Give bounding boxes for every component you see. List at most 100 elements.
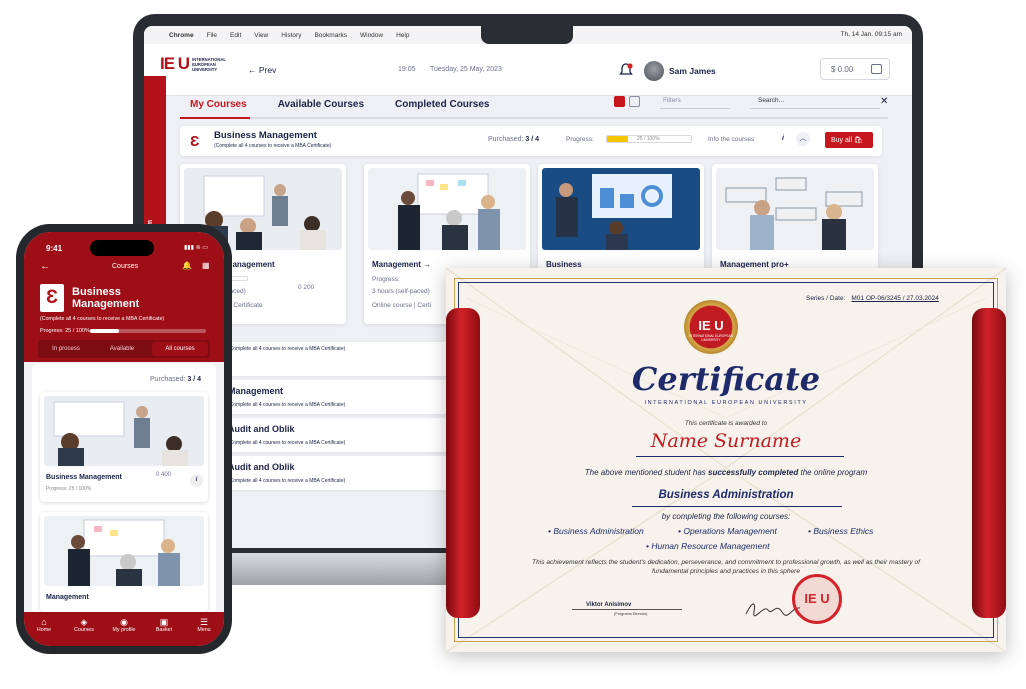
menu-bookmarks[interactable]: Bookmarks bbox=[314, 32, 347, 39]
certificate: Series / Date: M01 OP-06/3245 / 27.03.202… bbox=[446, 268, 1006, 652]
menu-icon: ☰ bbox=[199, 617, 209, 627]
course-format: Online course | Certi bbox=[372, 302, 432, 309]
status-icons: ▮▮▮ ≋ ▭ bbox=[184, 245, 208, 251]
seal-subtext: INTERNATIONAL EUROPEAN UNIVERSITY bbox=[689, 334, 733, 342]
row-title: Audit and Oblik bbox=[228, 424, 295, 434]
program-logo-icon: Ɛ bbox=[190, 133, 200, 150]
course-image bbox=[368, 168, 526, 250]
program-subtitle: (Complete all 4 courses to receive a MBA… bbox=[214, 143, 332, 149]
info-icon[interactable]: i bbox=[190, 474, 203, 487]
nav-menu[interactable]: ☰ Menu bbox=[186, 617, 222, 646]
achievement-text: This achievement reflects the student's … bbox=[532, 559, 920, 575]
phone-screen: 9:41 ▮▮▮ ≋ ▭ ← Courses 🔔 ▦ Ɛ Business Ma… bbox=[24, 232, 224, 646]
back-arrow-icon[interactable]: ← bbox=[40, 261, 50, 272]
info-icon[interactable]: i bbox=[782, 135, 784, 142]
completed-course: • Business Administration bbox=[548, 526, 644, 536]
basket-icon: ▣ bbox=[159, 617, 169, 627]
program-underline bbox=[632, 506, 842, 507]
user-name[interactable]: Sam James bbox=[669, 66, 716, 76]
logo-mark: IE U bbox=[160, 54, 190, 73]
series-date: Series / Date: M01 OP-06/3245 / 27.03.202… bbox=[806, 295, 939, 302]
phone-program-title: Business Management bbox=[72, 286, 140, 310]
menubar-clock: Th, 14 Jan. 09:15 am bbox=[840, 31, 902, 38]
left-scroll bbox=[446, 308, 480, 618]
course-image bbox=[44, 396, 204, 466]
completed-course: • Human Resource Management bbox=[646, 541, 770, 551]
row-title: Audit and Oblik bbox=[228, 462, 295, 472]
menubar-app[interactable]: Chrome bbox=[169, 32, 194, 39]
row-subtitle: (Complete all 4 courses to receive a MBA… bbox=[228, 346, 346, 352]
nav-courses[interactable]: ◈ Courses bbox=[66, 617, 102, 646]
completion-statement: The above mentioned student has successf… bbox=[584, 468, 868, 477]
grid-view-icon[interactable] bbox=[614, 96, 625, 107]
view-toggle bbox=[614, 96, 640, 107]
menu-window[interactable]: Window bbox=[360, 32, 383, 39]
menu-history[interactable]: History bbox=[281, 32, 301, 39]
courses-label: by completing the following courses: bbox=[661, 512, 791, 521]
courses-icon: ◈ bbox=[80, 617, 88, 627]
phone-course-list: Purchased: 3 / 4 Business Management Pro… bbox=[32, 364, 216, 614]
menu-file[interactable]: File bbox=[207, 32, 217, 39]
row-subtitle: (Complete all 4 courses to receive a MBA… bbox=[228, 478, 346, 484]
name-underline bbox=[636, 456, 844, 457]
certificate-heading: Certificate bbox=[631, 360, 821, 398]
program-summary: Ɛ Business Management (Complete all 4 co… bbox=[180, 126, 882, 156]
course-progress: Progress: 25 / 100% bbox=[46, 486, 92, 492]
menu-edit[interactable]: Edit bbox=[230, 32, 241, 39]
course-title: Management bbox=[46, 594, 89, 601]
seal-mark: IE U bbox=[698, 318, 724, 333]
cart-balance-button[interactable]: $ 0.00 bbox=[820, 58, 890, 80]
avatar[interactable] bbox=[644, 61, 664, 81]
logo-text: INTERNATIONAL EUROPEAN UNIVERSITY bbox=[192, 56, 226, 72]
nav-basket[interactable]: ▣ Basket bbox=[146, 617, 182, 646]
ieu-logo[interactable]: IE U INTERNATIONAL EUROPEAN UNIVERSITY bbox=[160, 54, 240, 74]
close-icon[interactable]: ✕ bbox=[880, 96, 888, 107]
bell-icon[interactable]: 🔔 bbox=[182, 261, 192, 270]
profile-icon: ◉ bbox=[120, 617, 128, 627]
course-title: Business Management bbox=[46, 474, 122, 481]
search-input[interactable]: Search... bbox=[750, 97, 880, 109]
bell-icon[interactable] bbox=[618, 62, 634, 78]
menu-view[interactable]: View bbox=[254, 32, 268, 39]
tab-completed-courses[interactable]: Completed Courses bbox=[395, 99, 489, 110]
course-image bbox=[542, 168, 700, 250]
list-view-icon[interactable] bbox=[629, 96, 640, 107]
phone-program-subtitle: (Complete all 4 courses to receive a MBA… bbox=[40, 316, 165, 322]
grid-icon[interactable]: ▦ bbox=[202, 261, 210, 270]
header-time: 19:05 bbox=[398, 66, 416, 73]
phone-progress-bar bbox=[90, 329, 206, 333]
nav-profile[interactable]: ◉ My profile bbox=[106, 617, 142, 646]
menu-help[interactable]: Help bbox=[396, 32, 409, 39]
phone-heading: Courses bbox=[112, 263, 139, 270]
course-duration: 3 hours (self-paced) bbox=[372, 288, 430, 295]
tab-available-courses[interactable]: Available Courses bbox=[278, 99, 364, 110]
phone-course-card[interactable]: Management bbox=[40, 512, 208, 612]
buy-all-button[interactable]: Buy all 🛍 bbox=[825, 132, 873, 148]
prev-button[interactable]: ← Prev bbox=[248, 65, 276, 75]
row-subtitle: (Complete all 4 courses to receive a MBA… bbox=[228, 402, 346, 408]
red-stamp: IE U bbox=[792, 574, 842, 624]
header-date: Tuesday, 25 May, 2023 bbox=[430, 66, 502, 73]
marketing-composition: Chrome File Edit View History Bookmarks … bbox=[0, 0, 1026, 689]
filters-dropdown[interactable]: Filters bbox=[660, 97, 730, 109]
progress-text: 25 / 100% bbox=[637, 136, 660, 142]
segment-available[interactable]: Available bbox=[94, 340, 150, 358]
camera-notch bbox=[481, 26, 573, 44]
segment-all-courses[interactable]: All courses bbox=[152, 342, 208, 356]
home-icon: ⌂ bbox=[41, 617, 47, 627]
right-scroll bbox=[972, 308, 1006, 618]
recipient-name: Name Surname bbox=[650, 430, 802, 452]
chevron-up-icon[interactable]: ︿ bbox=[796, 132, 810, 146]
phone-course-card[interactable]: Business Management Progress: 25 / 100% … bbox=[40, 392, 208, 502]
segment-in-process[interactable]: In process bbox=[38, 340, 94, 358]
progress-bar: 25 / 100% bbox=[606, 135, 692, 143]
phone-progress-label: Progress: 25 / 100% bbox=[40, 328, 90, 334]
certificate-university: INTERNATIONAL EUROPEAN UNIVERSITY bbox=[644, 400, 808, 406]
university-seal: IE U INTERNATIONAL EUROPEAN UNIVERSITY bbox=[684, 300, 738, 354]
signature-line bbox=[572, 609, 682, 610]
nav-home[interactable]: ⌂ Home bbox=[26, 617, 62, 646]
completed-course: • Business Ethics bbox=[808, 526, 874, 536]
signer-name: Viktor Anisimov bbox=[586, 602, 632, 608]
signer-role: (Programs Director) bbox=[614, 612, 648, 616]
tab-my-courses[interactable]: My Courses bbox=[190, 99, 247, 110]
